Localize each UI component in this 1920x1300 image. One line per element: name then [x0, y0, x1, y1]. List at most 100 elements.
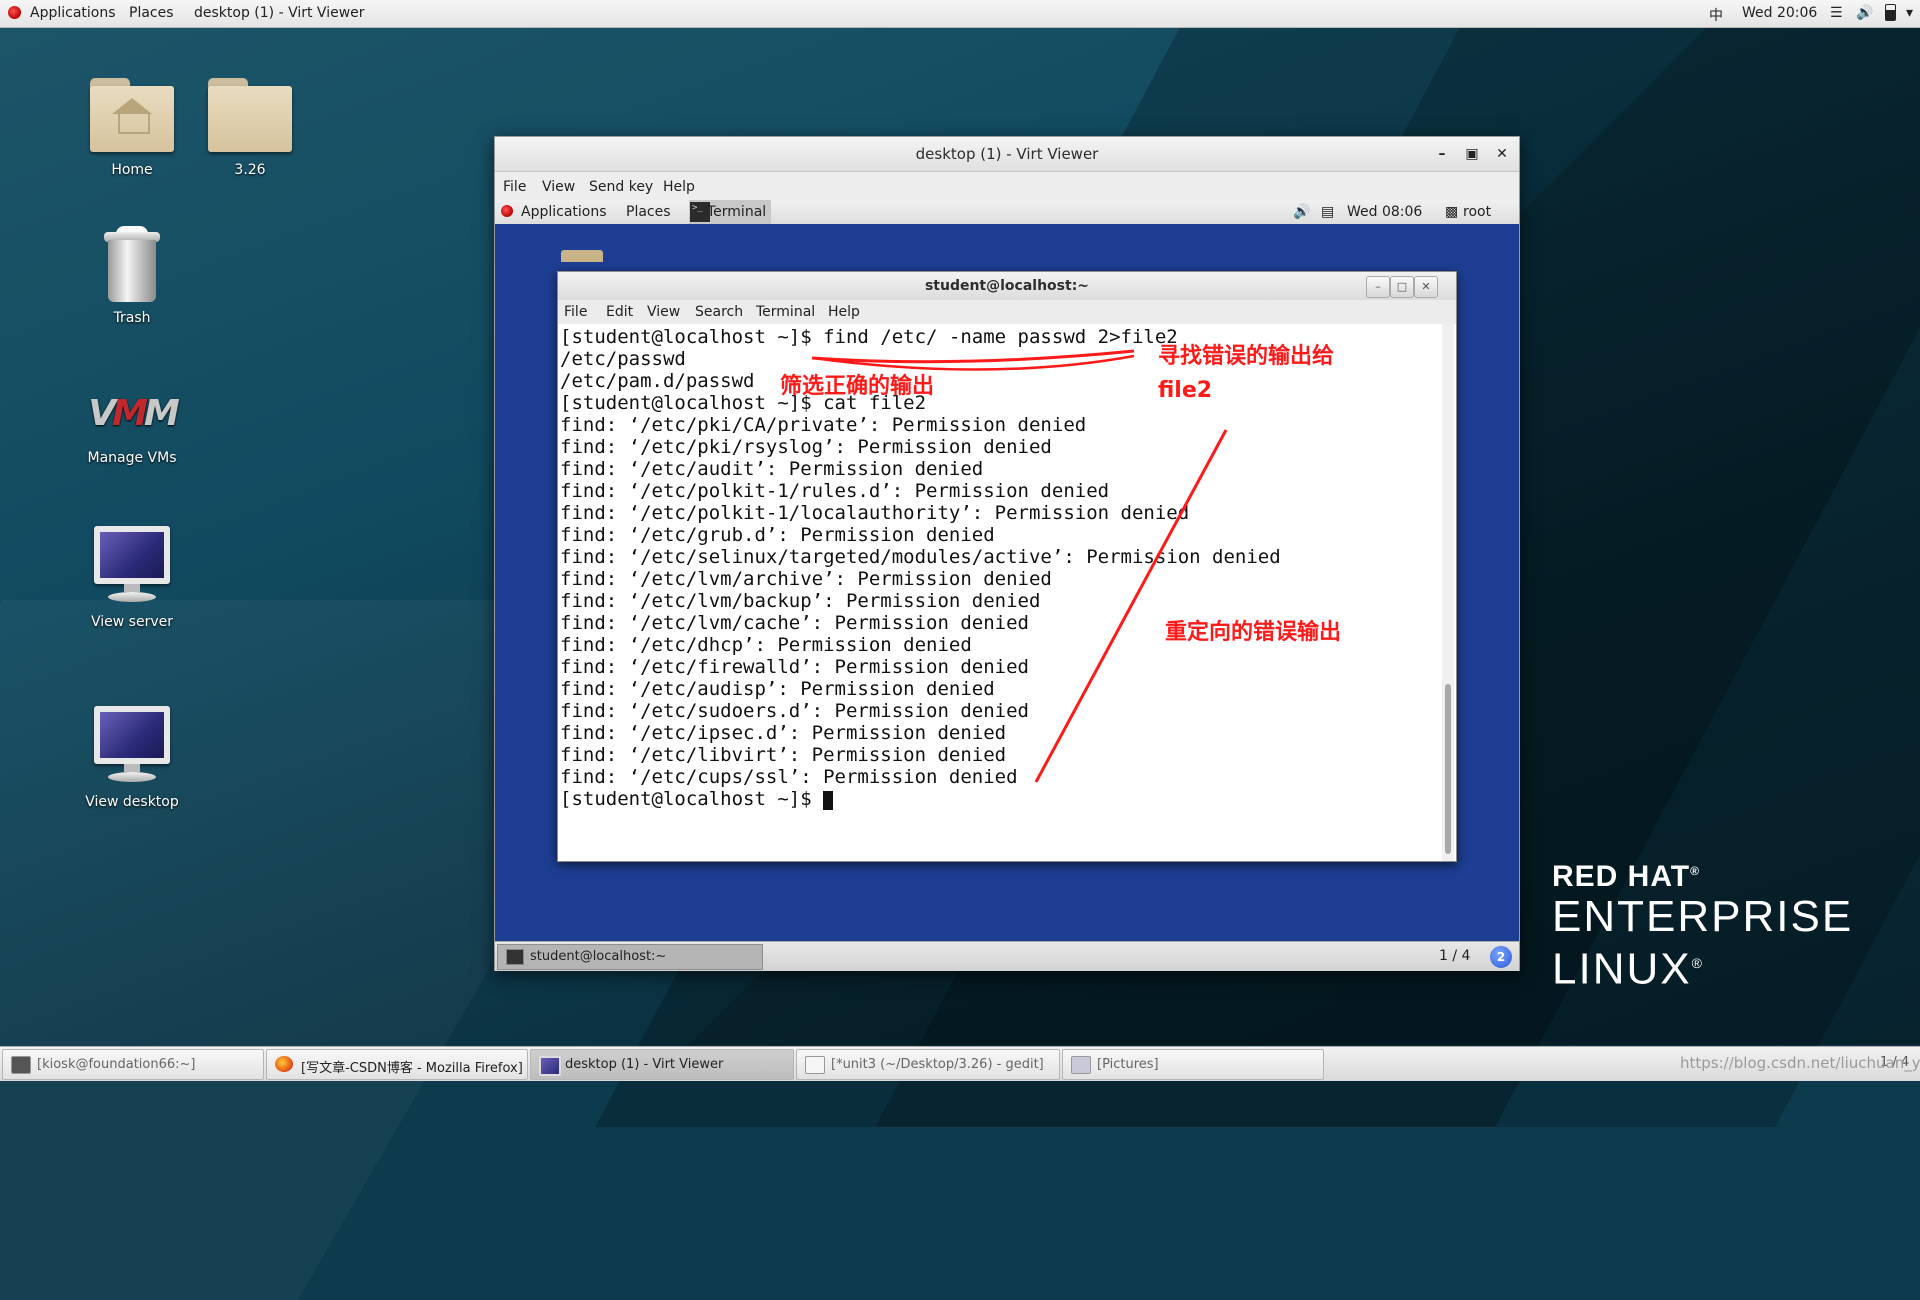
guest-top-panel: Applications Places Terminal 🔊 ▤ Wed 08:…: [495, 200, 1519, 225]
desktop-icon-label: 3.26: [234, 162, 266, 178]
terminal-line: find: ‘/etc/lvm/archive’: Permission den…: [560, 568, 1052, 590]
guest-active-app-label: Terminal: [707, 204, 767, 220]
firefox-icon: [275, 1056, 293, 1072]
guest-user-menu[interactable]: root: [1463, 204, 1491, 220]
battery-icon[interactable]: [1885, 4, 1896, 21]
terminal-menu-edit[interactable]: Edit: [606, 304, 633, 320]
terminal-title: student@localhost:~: [924, 278, 1090, 294]
terminal-icon: [11, 1056, 31, 1074]
registered-mark: ®: [1690, 864, 1700, 878]
watermark: https://blog.csdn.net/liuchuan_yin: [1680, 1054, 1920, 1072]
input-method-indicator[interactable]: 中: [1709, 5, 1723, 25]
menu-file[interactable]: File: [503, 179, 526, 195]
registered-mark: ®: [1691, 955, 1704, 971]
window-titlebar[interactable]: desktop (1) - Virt Viewer: [495, 137, 1519, 172]
maximize-button[interactable]: ▣: [1457, 137, 1487, 171]
terminal-prompt[interactable]: [student@localhost ~]$: [560, 788, 834, 810]
terminal-line: find: ‘/etc/ipsec.d’: Permission denied: [560, 722, 1007, 744]
folder-icon: [561, 250, 603, 262]
volume-icon[interactable]: 🔊: [1293, 204, 1310, 220]
menu-view[interactable]: View: [542, 179, 575, 195]
terminal-line: find: ‘/etc/selinux/targeted/modules/act…: [560, 546, 1281, 568]
terminal-line: find: ‘/etc/libvirt’: Permission denied: [560, 744, 1007, 766]
menu-send-key[interactable]: Send key: [589, 179, 653, 195]
guest-task-label: student@localhost:~: [530, 949, 667, 964]
folder-icon: [208, 76, 292, 156]
user-icon[interactable]: ▩: [1445, 204, 1458, 220]
terminal-titlebar[interactable]: student@localhost:~: [558, 272, 1456, 300]
annotation-filter-correct: 筛选正确的输出: [780, 374, 935, 399]
monitor-icon: [92, 706, 172, 788]
desktop-icon-trash[interactable]: Trash: [62, 226, 202, 326]
annotation-file2: file2: [1158, 378, 1213, 403]
network-icon[interactable]: ▤: [1321, 204, 1334, 220]
minimize-button[interactable]: –: [1427, 137, 1457, 171]
terminal-menu-view[interactable]: View: [647, 304, 680, 320]
terminal-line: find: ‘/etc/lvm/cache’: Permission denie…: [560, 612, 1029, 634]
terminal-line: /etc/passwd: [560, 348, 686, 370]
redhat-logo-icon: [501, 205, 513, 217]
terminal-scrollbar[interactable]: [1442, 324, 1454, 861]
volume-icon[interactable]: 🔊: [1856, 5, 1873, 21]
monitor-icon: [92, 526, 172, 608]
clock[interactable]: Wed 20:06: [1742, 5, 1817, 21]
vm-manager-icon: VMM: [88, 393, 180, 434]
virt-viewer-window[interactable]: desktop (1) - Virt Viewer – ▣ ✕ File Vie…: [494, 136, 1520, 971]
desktop-icon-view-server[interactable]: View server: [62, 526, 202, 630]
folder-icon: [1071, 1056, 1091, 1074]
terminal-maximize-button[interactable]: □: [1390, 276, 1414, 298]
guest-places-menu[interactable]: Places: [626, 204, 671, 220]
home-folder-icon: [90, 76, 174, 156]
terminal-prompt-text: [student@localhost ~]$: [560, 788, 824, 810]
annotation-redirected-errors: 重定向的错误输出: [1165, 620, 1342, 645]
guest-task-terminal[interactable]: student@localhost:~: [497, 944, 763, 970]
taskbar-item-pictures[interactable]: [Pictures]: [1062, 1049, 1324, 1080]
taskbar-item-firefox[interactable]: [写文章-CSDN博客 - Mozilla Firefox]: [266, 1049, 528, 1080]
terminal-line: /etc/pam.d/passwd: [560, 370, 755, 392]
terminal-line: find: ‘/etc/firewalld’: Permission denie…: [560, 656, 1029, 678]
terminal-menu-terminal[interactable]: Terminal: [756, 304, 815, 320]
terminal-line: [student@localhost ~]$ find /etc/ -name …: [560, 326, 1178, 348]
terminal-line: find: ‘/etc/pki/rsyslog’: Permission den…: [560, 436, 1052, 458]
places-menu[interactable]: Places: [129, 5, 174, 21]
desktop-icon-view-desktop[interactable]: View desktop: [62, 706, 202, 810]
guest-workspace-indicator[interactable]: 1 / 4: [1439, 948, 1470, 964]
taskbar-item-label: [kiosk@foundation66:~]: [37, 1057, 196, 1072]
terminal-line: find: ‘/etc/dhcp’: Permission denied: [560, 634, 972, 656]
terminal-menu-help[interactable]: Help: [828, 304, 860, 320]
terminal-menu-file[interactable]: File: [564, 304, 587, 320]
guest-clock[interactable]: Wed 08:06: [1347, 204, 1422, 220]
desktop-icon-manage-vms[interactable]: VMM Manage VMs: [62, 384, 202, 466]
terminal-output[interactable]: [student@localhost ~]$ find /etc/ -name …: [558, 324, 1438, 861]
redhat-logo-icon: [8, 6, 21, 19]
terminal-cursor: [823, 791, 834, 810]
virt-viewer-menubar: File View Send key Help: [495, 172, 1519, 200]
workspace-switcher-icon[interactable]: 2: [1489, 945, 1513, 969]
power-menu-icon[interactable]: ▾: [1906, 5, 1913, 21]
window-title: desktop (1) - Virt Viewer: [915, 145, 1099, 163]
terminal-line: find: ‘/etc/audisp’: Permission denied: [560, 678, 995, 700]
desktop-icon-label: View desktop: [85, 794, 179, 810]
desktop-icon-folder-3-26[interactable]: 3.26: [180, 76, 320, 178]
taskbar-item-label: [*unit3 (~/Desktop/3.26) - gedit]: [831, 1057, 1044, 1072]
taskbar-item-virt-viewer[interactable]: desktop (1) - Virt Viewer: [530, 1049, 794, 1080]
menu-help[interactable]: Help: [663, 179, 695, 195]
terminal-line: find: ‘/etc/pki/CA/private’: Permission …: [560, 414, 1087, 436]
guest-display[interactable]: Applications Places Terminal 🔊 ▤ Wed 08:…: [495, 200, 1519, 971]
guest-applications-menu[interactable]: Applications: [521, 204, 607, 220]
terminal-close-button[interactable]: ✕: [1414, 276, 1438, 298]
terminal-minimize-button[interactable]: –: [1366, 276, 1390, 298]
close-button[interactable]: ✕: [1487, 137, 1517, 171]
active-window-title[interactable]: desktop (1) - Virt Viewer: [194, 5, 365, 21]
brand-line-1: RED HAT: [1552, 860, 1691, 893]
trash-icon: [102, 226, 162, 304]
taskbar-item-gedit[interactable]: [*unit3 (~/Desktop/3.26) - gedit]: [796, 1049, 1060, 1080]
terminal-menu-search[interactable]: Search: [695, 304, 743, 320]
applications-menu[interactable]: Applications: [30, 5, 116, 21]
wifi-icon[interactable]: ☰: [1830, 5, 1843, 21]
desktop-icon-label: Manage VMs: [87, 450, 177, 466]
taskbar-item-terminal[interactable]: [kiosk@foundation66:~]: [2, 1049, 264, 1080]
terminal-line: find: ‘/etc/lvm/backup’: Permission deni…: [560, 590, 1041, 612]
scrollbar-thumb[interactable]: [1445, 684, 1451, 854]
terminal-line: find: ‘/etc/polkit-1/localauthority’: Pe…: [560, 502, 1190, 524]
